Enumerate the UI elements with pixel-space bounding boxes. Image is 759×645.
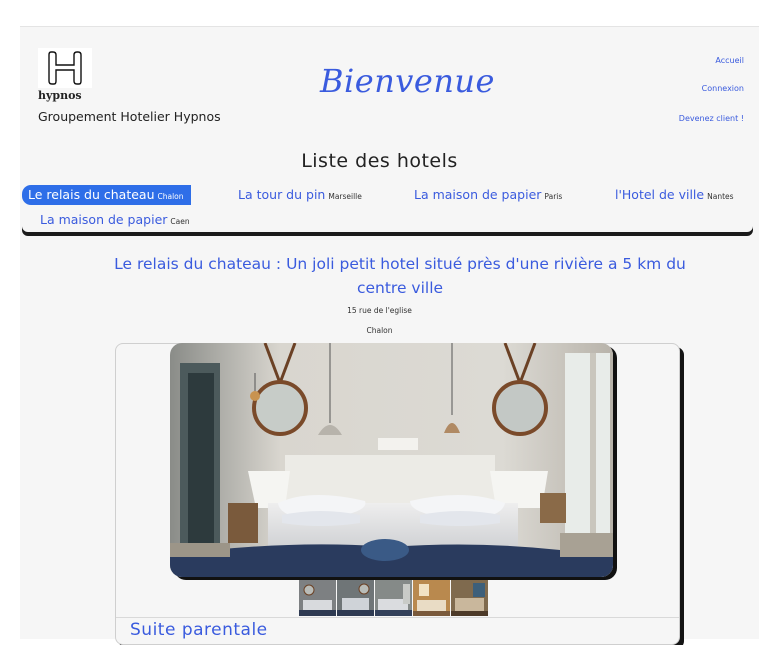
tab-city: Marseille	[328, 192, 362, 201]
tab-tour-du-pin[interactable]: La tour du pin Marseille	[238, 185, 362, 205]
photo-thumbnails	[299, 580, 488, 616]
thumbnail-4[interactable]	[413, 580, 450, 616]
thumbnail-3[interactable]	[375, 580, 412, 616]
tab-maison-papier-caen[interactable]: La maison de papier Caen	[40, 210, 190, 230]
room-photo	[170, 343, 613, 577]
hotel-city: Chalon	[366, 326, 393, 335]
hotel-description: Le relais du chateau : Un joli petit hot…	[114, 255, 686, 297]
nav-home-link[interactable]: Accueil	[715, 56, 744, 65]
suite-title: Suite parentale	[130, 620, 268, 640]
bedroom-image	[170, 343, 613, 577]
tab-label: La maison de papier	[414, 187, 542, 202]
tab-city: Nantes	[707, 192, 734, 201]
tab-label: l'Hotel de ville	[615, 187, 705, 202]
tab-city: Caen	[170, 217, 190, 226]
card-divider	[116, 617, 679, 618]
tab-label: Le relais du chateau	[28, 187, 155, 202]
hotels-list-title: Liste des hotels	[301, 150, 458, 172]
brand-name: Groupement Hotelier Hypnos	[38, 109, 221, 124]
thumbnail-2[interactable]	[337, 580, 374, 616]
nav-signup-link[interactable]: Devenez client !	[679, 114, 744, 123]
tab-label: La maison de papier	[40, 212, 168, 227]
tab-city: Chalon	[157, 192, 184, 201]
tab-maison-papier-paris[interactable]: La maison de papier Paris	[414, 185, 562, 205]
nav-login-link[interactable]: Connexion	[702, 84, 744, 93]
hotel-address: 15 rue de l'eglise	[347, 306, 412, 315]
tab-city: Paris	[544, 192, 563, 201]
logo-wordmark: hypnos	[38, 89, 82, 102]
thumbnail-1[interactable]	[299, 580, 336, 616]
thumbnail-5[interactable]	[451, 580, 488, 616]
hypnos-h-icon	[38, 48, 92, 88]
welcome-title: Bienvenue	[320, 62, 495, 100]
tab-label: La tour du pin	[238, 187, 326, 202]
tab-relais-chateau[interactable]: Le relais du chateau Chalon	[22, 185, 191, 205]
tab-hotel-de-ville[interactable]: l'Hotel de ville Nantes	[615, 185, 734, 205]
